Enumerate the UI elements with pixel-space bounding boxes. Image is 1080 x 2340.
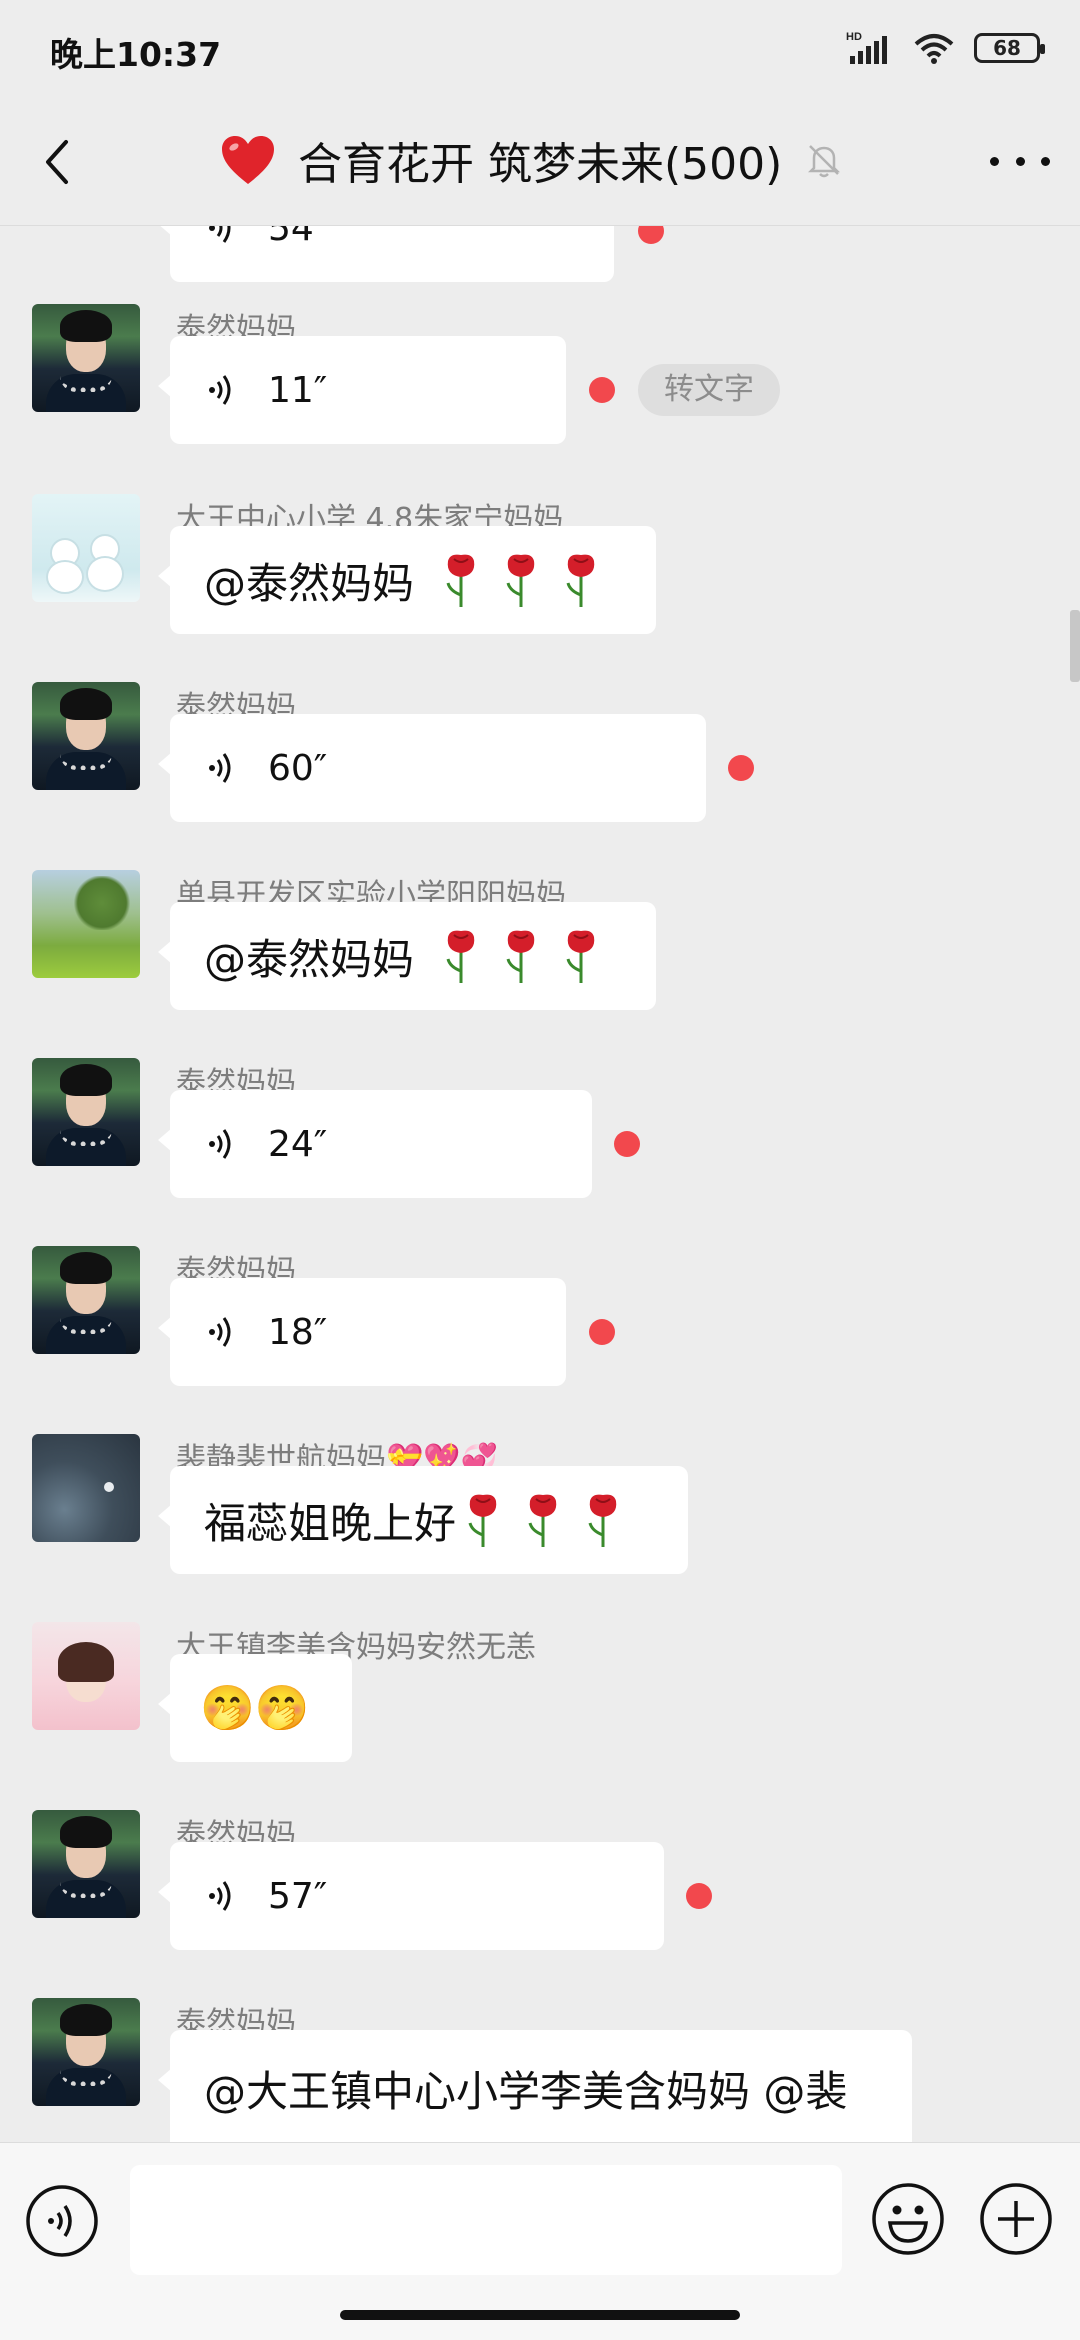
voice-wave-icon bbox=[209, 1881, 231, 1911]
rose-emoji-icon bbox=[446, 554, 475, 607]
bell-off-icon bbox=[808, 145, 841, 178]
rose-emoji-icon bbox=[506, 554, 535, 607]
voice-wave-icon bbox=[209, 375, 231, 405]
group-name: 合育花开 筑梦未来(500) bbox=[298, 139, 783, 190]
rose-emoji-icon bbox=[528, 1494, 557, 1547]
avatar[interactable] bbox=[32, 682, 140, 790]
voice-message-bubble[interactable]: 54″ bbox=[158, 226, 614, 282]
message-text: 福蕊姐晚上好 bbox=[204, 1498, 457, 1548]
voice-duration: 57″ bbox=[268, 1875, 328, 1917]
unread-dot bbox=[614, 1131, 640, 1157]
to-text-button[interactable]: 转文字 bbox=[638, 364, 780, 416]
voice-wave-icon bbox=[209, 226, 231, 243]
voice-duration: 54″ bbox=[268, 226, 328, 249]
avatar[interactable] bbox=[32, 494, 140, 602]
more-dots-icon[interactable] bbox=[990, 136, 1050, 186]
avatar[interactable] bbox=[32, 870, 140, 978]
red-heart-icon bbox=[222, 136, 274, 184]
voice-duration: 11″ bbox=[268, 369, 328, 411]
rose-emoji-icon bbox=[446, 930, 475, 983]
voice-duration: 18″ bbox=[268, 1311, 328, 1353]
group-title[interactable]: 合育花开 筑梦未来(500) bbox=[220, 130, 844, 190]
voice-duration: 24″ bbox=[268, 1123, 328, 1165]
message-text: 🤭🤭 bbox=[200, 1683, 310, 1734]
avatar[interactable] bbox=[32, 1058, 140, 1166]
home-indicator[interactable] bbox=[340, 2310, 740, 2320]
status-bar: 晚上10:37 HD 68 bbox=[0, 0, 1080, 96]
chat-header: 合育花开 筑梦未来(500) bbox=[0, 96, 1080, 226]
voice-wave-icon bbox=[209, 1317, 231, 1347]
unread-dot bbox=[686, 1883, 712, 1909]
avatar[interactable] bbox=[32, 1622, 140, 1730]
rose-emoji-icon bbox=[468, 1494, 497, 1547]
emoji-icon[interactable] bbox=[870, 2181, 946, 2257]
text-message-bubble[interactable]: @泰然妈妈 bbox=[158, 526, 656, 634]
rose-emoji-icon bbox=[566, 554, 595, 607]
rose-emoji-icon bbox=[566, 930, 595, 983]
voice-message-bubble[interactable]: 24″ bbox=[158, 1090, 592, 1198]
avatar[interactable] bbox=[32, 1810, 140, 1918]
voice-message-bubble[interactable]: 11″ bbox=[158, 336, 566, 444]
avatar[interactable] bbox=[32, 1998, 140, 2106]
plus-icon[interactable] bbox=[978, 2181, 1054, 2257]
rose-emoji-icon bbox=[506, 930, 535, 983]
voice-wave-icon bbox=[209, 753, 231, 783]
voice-wave-icon bbox=[209, 1129, 231, 1159]
unread-dot bbox=[589, 1319, 615, 1345]
avatar[interactable] bbox=[32, 1434, 140, 1542]
message-text: @大王镇中心小学李美含妈妈 @裴 bbox=[204, 2067, 848, 2116]
wifi-icon bbox=[914, 34, 954, 64]
text-message-bubble[interactable]: 福蕊姐晚上好 bbox=[158, 1466, 688, 1574]
unread-dot bbox=[638, 226, 664, 244]
scrollbar[interactable] bbox=[1070, 610, 1080, 682]
voice-mode-icon[interactable] bbox=[24, 2183, 100, 2259]
text-message-bubble[interactable]: @泰然妈妈 bbox=[158, 902, 656, 1010]
voice-duration: 60″ bbox=[268, 747, 328, 789]
status-time: 晚上10:37 bbox=[50, 35, 222, 74]
signal-icon: HD bbox=[846, 31, 887, 64]
text-message-bubble[interactable]: @大王镇中心小学李美含妈妈 @裴 bbox=[158, 2030, 912, 2142]
rose-emoji-icon bbox=[588, 1494, 617, 1547]
voice-message-bubble[interactable]: 60″ bbox=[158, 714, 706, 822]
message-list[interactable]: 54″ 泰然妈妈 11″ 转文字 大王中心小学 4.8朱家宁妈妈 @泰然妈妈 泰… bbox=[0, 226, 1080, 2142]
message-text: @泰然妈妈 bbox=[204, 558, 415, 608]
unread-dot bbox=[589, 377, 615, 403]
avatar[interactable] bbox=[32, 304, 140, 412]
message-input[interactable] bbox=[130, 2165, 842, 2275]
unread-dot bbox=[728, 755, 754, 781]
voice-message-bubble[interactable]: 57″ bbox=[158, 1842, 664, 1950]
battery-icon: 68 bbox=[974, 33, 1045, 63]
voice-message-bubble[interactable]: 18″ bbox=[158, 1278, 566, 1386]
status-icons: HD 68 bbox=[846, 28, 1045, 68]
text-message-bubble[interactable]: 🤭🤭 bbox=[158, 1654, 352, 1762]
message-text: @泰然妈妈 bbox=[204, 934, 415, 984]
svg-text:HD: HD bbox=[846, 31, 862, 43]
avatar[interactable] bbox=[32, 1246, 140, 1354]
chevron-left-icon[interactable] bbox=[30, 132, 90, 192]
